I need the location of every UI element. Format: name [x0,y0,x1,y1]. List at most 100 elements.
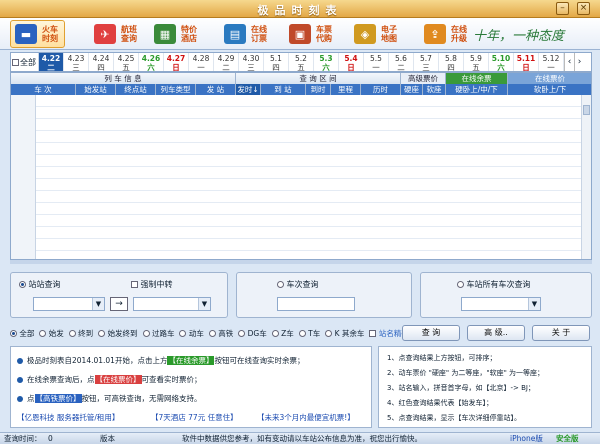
ad-link-hosting[interactable]: 【亿恩科技 服务器托管/租用】 [17,412,119,423]
date-cell[interactable]: 5.3 六 [314,53,339,72]
to-station-select[interactable]: ▼ [133,297,211,311]
filter-z[interactable]: Z车 [271,328,294,339]
date-cell[interactable]: 4.25 五 [114,53,139,72]
ticket-icon: ▤ [224,24,246,44]
date-cell[interactable]: 5.1 四 [264,53,289,72]
date-cell[interactable]: 4.22 二 [39,53,64,72]
date-cell[interactable]: 5.9 五 [464,53,489,72]
train-icon: ▬ [15,24,37,44]
date-cell[interactable]: 5.10 六 [489,53,514,72]
column-header[interactable]: 里程 [331,84,361,95]
date-cell[interactable]: 5.4 日 [339,53,364,72]
title-bar: 极品时刻表 – × [0,0,600,18]
column-header[interactable]: 软座 [423,84,446,95]
station-all-trains-option[interactable]: 车站所有车次查询 [457,279,531,290]
filter-origin[interactable]: 始发 [39,328,64,339]
station-query-option[interactable]: 站站查询 [19,279,61,290]
close-icon[interactable]: × [577,2,590,15]
date-next-icon[interactable]: › [574,53,584,71]
filter-highspeed[interactable]: 高铁 [208,328,233,339]
group-header-fare[interactable]: 高级票价 [401,73,446,84]
hotel-icon: ▦ [154,24,176,44]
date-cell[interactable]: 4.27 日 [164,53,189,72]
column-header[interactable]: 硬座 [401,84,423,95]
filter-passing[interactable]: 过路车 [142,328,174,339]
column-header[interactable]: 发 站 [196,84,236,95]
from-station-select[interactable]: ▼ [33,297,105,311]
date-text: 4.25 [117,54,135,63]
help-line: 3、站名输入，拼音首字母，如【北京】-> BJ； [387,384,535,392]
date-cell[interactable]: 5.2 五 [289,53,314,72]
group-header-online-fare[interactable]: 在线票价 [508,73,591,84]
info-text: 按钮可在线查询实时余票； [214,356,305,365]
date-prev-icon[interactable]: ‹ [564,53,574,71]
date-cell[interactable]: 5.7 三 [414,53,439,72]
column-header[interactable]: 列车类型 [156,84,196,95]
date-cell[interactable]: 4.24 四 [89,53,114,72]
filter-all[interactable]: 全部 [10,328,34,339]
help-line: 4、红色查询结果代表【始发车】； [387,399,493,407]
filter-terminal[interactable]: 终到 [68,328,93,339]
iphone-link[interactable]: iPhone版 [510,433,543,444]
train-number-input[interactable] [277,297,355,311]
column-header[interactable]: 到时 [306,84,331,95]
date-cell[interactable]: 4.30 三 [239,53,264,72]
radio-icon [19,281,26,288]
advanced-button[interactable]: 高 级.. [467,325,525,341]
date-text: 5.12 [542,54,560,63]
toolbar-online-booking[interactable]: ▤ 在线订票 [220,20,273,48]
toolbar-hotel[interactable]: ▦ 特价酒店 [150,20,203,48]
date-cell[interactable]: 5.8 四 [439,53,464,72]
date-cell[interactable]: 4.28 一 [189,53,214,72]
day-text: 六 [322,63,330,72]
column-header[interactable]: 历时 [361,84,401,95]
toolbar-map[interactable]: ◈ 电子地图 [350,20,403,48]
all-dates-checkbox[interactable]: 全部 [11,53,39,71]
date-text: 4.26 [141,54,161,63]
help-panel: 1、点查询结果上方按钮，可排序； 2、动车票价 "硬座" 为二等座，"软座" 为… [378,346,592,428]
about-button[interactable]: 关 于 [532,325,590,341]
filter-origin-terminal[interactable]: 始发终到 [98,328,138,339]
date-cell[interactable]: 5.12 一 [539,53,564,72]
column-header[interactable]: 到 站 [261,84,306,95]
column-header[interactable]: 硬卧上/中/下 [446,84,508,95]
query-button[interactable]: 查 询 [402,325,460,341]
date-selector: 全部 4.22 二 4.23 三 4.24 四 4.25 五 4.26 六 4.27 日 4… [10,52,592,72]
group-header-online-seats[interactable]: 在线余票 [446,73,508,84]
scrollbar-thumb[interactable] [583,105,590,115]
toolbar-upgrade[interactable]: ⇪ 在线升级 [420,20,473,48]
column-header[interactable]: 软卧上/下 [508,84,591,95]
toolbar-train-timetable[interactable]: ▬ 火车时刻 [10,20,65,48]
date-cell[interactable]: 5.5 一 [364,53,389,72]
filter-label: T车 [308,328,321,338]
date-cell[interactable]: 4.29 二 [214,53,239,72]
station-select[interactable]: ▼ [461,297,541,311]
date-cell[interactable]: 4.26 六 [139,53,164,72]
column-header[interactable]: 车 次 [11,84,76,95]
column-header[interactable]: 终点站 [116,84,156,95]
column-header[interactable]: 始发站 [76,84,116,95]
info-line: 点【高铁票价】按钮，可高铁查询，无需网络支持。 [17,393,202,404]
day-text: 二 [222,63,230,72]
toolbar-ticket-agent[interactable]: ▣ 车票代购 [285,20,338,48]
filter-t[interactable]: T车 [298,328,321,339]
date-cell[interactable]: 5.11 日 [514,53,539,72]
force-transfer-option[interactable]: 强制中转 [131,279,173,290]
minimize-icon[interactable]: – [556,2,569,15]
swap-stations-button[interactable]: → [110,297,128,311]
toolbar-flight-query[interactable]: ✈ 航班查询 [90,20,143,48]
filter-dg[interactable]: DG车 [238,328,267,339]
radio-icon [457,281,464,288]
date-cell[interactable]: 4.23 三 [64,53,89,72]
station-all-trains-label: 车站所有车次查询 [466,280,531,289]
ad-link-flights[interactable]: 【未来3个月内最便宜机票!】 [257,412,355,423]
column-header[interactable]: 发时↓ [236,84,261,95]
filter-k-other[interactable]: K 其余车 [325,328,364,339]
date-cell[interactable]: 5.6 二 [389,53,414,72]
online-seats-highlight: 【在线余票】 [167,356,215,365]
radio-icon [10,330,17,337]
ad-link-hotel[interactable]: 【7天酒店 77元 任意住】 [151,412,238,423]
filter-emu[interactable]: 动车 [179,328,204,339]
train-query-option[interactable]: 车次查询 [277,279,319,290]
vertical-scrollbar[interactable] [581,95,591,259]
